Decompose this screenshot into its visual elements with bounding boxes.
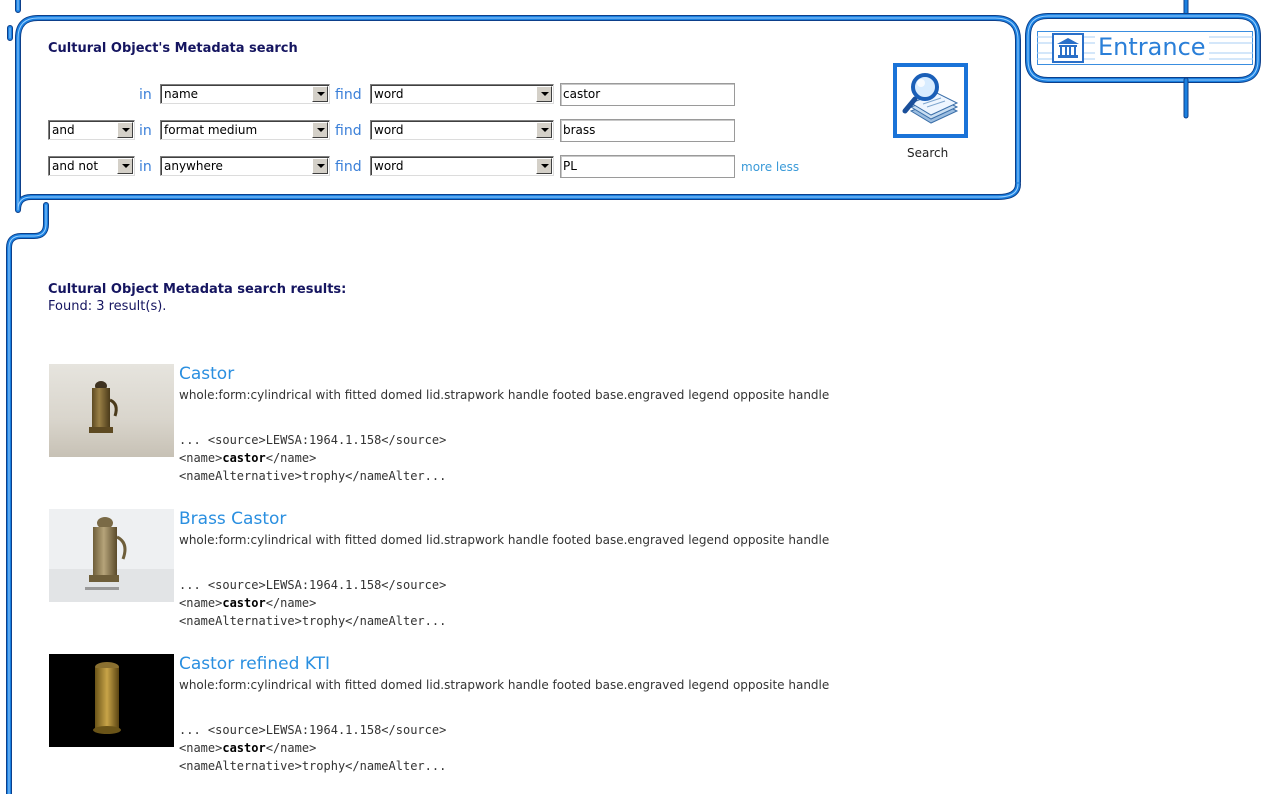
in-label: in [139,159,152,175]
operator-select[interactable]: and not [48,156,135,176]
result-title-link[interactable]: Castor refined KTI [179,654,330,674]
match-select-value: word [374,123,404,137]
search-term-field[interactable] [560,119,735,142]
result-thumbnail[interactable] [49,364,174,457]
result-item: Castor refined KTI whole:form:cylindrica… [49,654,1049,784]
match-select-value: word [374,159,404,173]
snippet-line: <name>castor</name> [179,596,317,610]
chevron-down-icon[interactable] [536,86,552,102]
highlighted-match: castor [222,451,266,465]
search-button-label: Search [907,146,949,160]
snippet-line: <name>castor</name> [179,451,317,465]
snippet-line: ... <source>LEWSA:1964.1.158</source> [179,723,447,737]
more-less-links: more less [741,160,799,174]
snippet-line: <nameAlternative>trophy</nameAlter... [179,614,447,628]
search-term-field[interactable] [560,155,735,178]
search-term-input[interactable] [563,159,723,173]
chevron-down-icon[interactable] [536,158,552,174]
snippet-line: <nameAlternative>trophy</nameAlter... [179,469,447,483]
operator-select[interactable]: and [48,120,135,140]
field-select[interactable]: format medium [160,120,330,140]
search-panel-title: Cultural Object's Metadata search [48,41,298,56]
field-select-value: anywhere [164,159,223,173]
chevron-down-icon[interactable] [312,158,328,174]
entrance-link[interactable]: Entrance [1037,31,1253,65]
field-select[interactable]: name [160,84,330,104]
results-count: Found: 3 result(s). [48,299,167,314]
match-select[interactable]: word [370,120,554,140]
in-label: in [139,87,152,103]
snippet-line: ... <source>LEWSA:1964.1.158</source> [179,433,447,447]
highlighted-match: castor [222,741,266,755]
find-label: find [335,87,362,103]
match-select[interactable]: word [370,156,554,176]
search-term-input[interactable] [563,123,723,137]
chevron-down-icon[interactable] [117,122,133,138]
chevron-down-icon[interactable] [536,122,552,138]
search-row-1: in name find word [0,83,900,106]
field-select-value: format medium [164,123,258,137]
chevron-down-icon[interactable] [312,86,328,102]
search-row-2: and in format medium find word [0,119,900,142]
operator-select-value: and [52,123,75,137]
museum-building-icon [1057,38,1079,58]
snippet-line: <name>castor</name> [179,741,317,755]
operator-select-value: and not [52,159,99,173]
result-thumbnail[interactable] [49,509,174,602]
result-item: Brass Castor whole:form:cylindrical with… [49,509,1049,639]
result-snippet: ... <source>LEWSA:1964.1.158</source> <n… [179,576,446,630]
magnifier-documents-icon [902,73,959,124]
field-select-value: name [164,87,199,101]
match-select[interactable]: word [370,84,554,104]
entrance-label: Entrance [1095,32,1209,62]
search-button[interactable] [893,63,968,138]
result-snippet: ... <source>LEWSA:1964.1.158</source> <n… [179,431,446,485]
match-select-value: word [374,87,404,101]
find-label: find [335,123,362,139]
more-link[interactable]: more [741,160,772,174]
less-link[interactable]: less [776,160,799,174]
result-snippet: ... <source>LEWSA:1964.1.158</source> <n… [179,721,446,775]
result-description: whole:form:cylindrical with fitted domed… [179,533,830,547]
result-thumbnail[interactable] [49,654,174,747]
results-heading: Cultural Object Metadata search results: [48,282,347,297]
search-term-field[interactable] [560,83,735,106]
result-description: whole:form:cylindrical with fitted domed… [179,678,830,692]
snippet-line: ... <source>LEWSA:1964.1.158</source> [179,578,447,592]
result-description: whole:form:cylindrical with fitted domed… [179,388,830,402]
result-title-link[interactable]: Brass Castor [179,509,286,529]
highlighted-match: castor [222,596,266,610]
field-select[interactable]: anywhere [160,156,330,176]
chevron-down-icon[interactable] [117,158,133,174]
search-term-input[interactable] [563,87,723,101]
in-label: in [139,123,152,139]
find-label: find [335,159,362,175]
snippet-line: <nameAlternative>trophy</nameAlter... [179,759,447,773]
result-item: Castor whole:form:cylindrical with fitte… [49,364,1049,494]
chevron-down-icon[interactable] [312,122,328,138]
result-title-link[interactable]: Castor [179,364,234,384]
